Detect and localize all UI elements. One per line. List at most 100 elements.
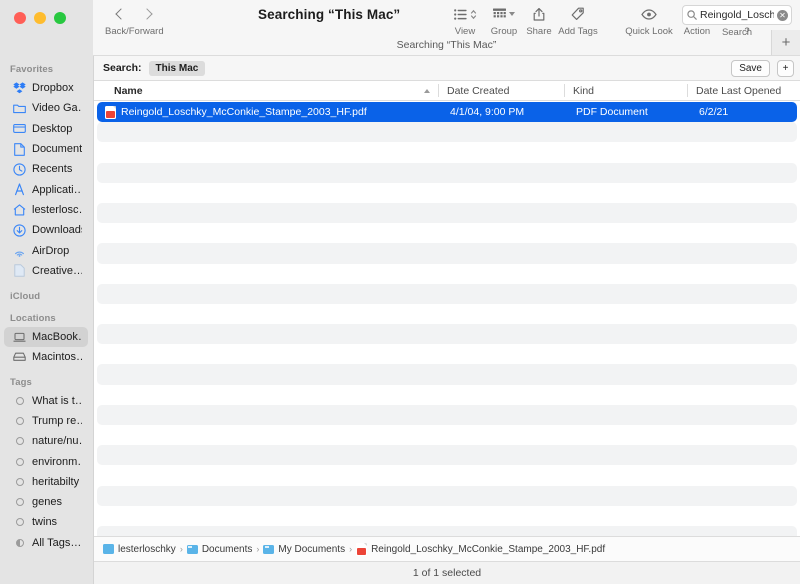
table-row-empty[interactable] (97, 385, 797, 405)
table-row-empty[interactable] (97, 183, 797, 203)
zoom-button[interactable] (54, 12, 66, 24)
sidebar-header-favorites: Favorites (0, 60, 93, 78)
table-row-empty[interactable] (97, 364, 797, 384)
table-row-empty[interactable] (97, 445, 797, 465)
sidebar-item-macbook[interactable]: MacBook… (4, 327, 88, 347)
sidebar-tag-environm[interactable]: environm… (4, 451, 88, 471)
sidebar-item-macintosh-hd[interactable]: Macintos… (4, 347, 88, 367)
sort-ascending-icon (424, 89, 430, 93)
quick-look-button[interactable]: Quick Look (620, 4, 678, 38)
column-header-date-last-opened[interactable]: Date Last Opened (687, 81, 800, 100)
breadcrumb-label: lesterloschky (118, 544, 176, 555)
sidebar-tag-trump-re[interactable]: Trump re… (4, 411, 88, 431)
back-icon[interactable] (116, 8, 127, 19)
breadcrumb-item-home[interactable]: lesterloschky (103, 544, 176, 555)
dropbox-icon (13, 82, 26, 95)
close-button[interactable] (14, 12, 26, 24)
harddisk-icon (13, 351, 26, 364)
sidebar-label: Desktop (32, 123, 72, 135)
sidebar-item-recents[interactable]: Recents (4, 159, 88, 179)
column-header-name[interactable]: Name (94, 81, 438, 100)
file-list[interactable]: Reingold_Loschky_McConkie_Stampe_2003_HF… (94, 101, 800, 536)
tag-circle-icon (13, 455, 26, 468)
forward-icon[interactable] (142, 8, 153, 19)
table-row-empty[interactable] (97, 425, 797, 445)
column-label: Date Last Opened (696, 85, 781, 97)
search-scope-this-mac[interactable]: This Mac (149, 61, 206, 76)
finder-window: Back/Forward Searching “This Mac” View (0, 0, 800, 584)
table-row-empty[interactable] (97, 526, 797, 536)
save-button[interactable]: Save (731, 60, 770, 77)
traffic-lights (14, 12, 66, 24)
table-row-empty[interactable] (97, 122, 797, 142)
pdf-icon (356, 543, 367, 556)
clear-search-icon[interactable]: ✕ (777, 10, 788, 21)
add-tags-button[interactable]: Add Tags (555, 4, 601, 38)
breadcrumb-item-file[interactable]: Reingold_Loschky_McConkie_Stampe_2003_HF… (356, 543, 605, 556)
sidebar-item-creative[interactable]: Creative… (4, 261, 88, 281)
table-row[interactable]: Reingold_Loschky_McConkie_Stampe_2003_HF… (97, 102, 797, 122)
sidebar-tag-genes[interactable]: genes (4, 492, 88, 512)
cell-date-created: 4/1/04, 9:00 PM (441, 106, 567, 118)
sidebar-item-home[interactable]: lesterlosc… (4, 200, 88, 220)
table-row-empty[interactable] (97, 486, 797, 506)
breadcrumb[interactable]: lesterloschky › Documents › My Documents… (94, 536, 800, 561)
group-label: Group (491, 26, 517, 38)
sidebar-label: What is t… (32, 395, 82, 407)
sidebar-tag-heritabilty[interactable]: heritabilty (4, 472, 88, 492)
table-row-empty[interactable] (97, 284, 797, 304)
sidebar-label: Creative… (32, 265, 82, 277)
group-button[interactable]: Group (486, 4, 522, 38)
back-forward-label: Back/Forward (105, 26, 164, 38)
table-row-empty[interactable] (97, 506, 797, 526)
sidebar-tag-what-is-t[interactable]: What is t… (4, 391, 88, 411)
minimize-button[interactable] (34, 12, 46, 24)
sidebar-item-applications[interactable]: Applicati… (4, 179, 88, 199)
table-row-empty[interactable] (97, 243, 797, 263)
toolbar-subtitle: Searching “This Mac” (93, 39, 800, 51)
pdf-icon (105, 106, 116, 119)
table-row-empty[interactable] (97, 264, 797, 284)
sidebar-item-downloads[interactable]: Downloads (4, 220, 88, 240)
table-row-empty[interactable] (97, 344, 797, 364)
empty-rows-container (94, 122, 800, 536)
sidebar-item-airdrop[interactable]: AirDrop (4, 240, 88, 260)
view-button[interactable]: View (449, 4, 481, 38)
sidebar-item-all-tags[interactable]: All Tags… (4, 533, 88, 553)
breadcrumb-item-documents[interactable]: Documents (187, 544, 253, 555)
status-bar: 1 of 1 selected (94, 561, 800, 584)
share-button[interactable]: Share (523, 4, 555, 38)
breadcrumb-item-my-documents[interactable]: My Documents (263, 544, 345, 555)
sidebar-item-documents[interactable]: Documents (4, 139, 88, 159)
table-row-empty[interactable] (97, 405, 797, 425)
column-header-date-created[interactable]: Date Created (438, 81, 564, 100)
table-row-empty[interactable] (97, 324, 797, 344)
back-forward-control[interactable]: Back/Forward (105, 4, 164, 38)
search-input[interactable]: Reingold_Loschky ✕ (682, 5, 792, 25)
sidebar-label: nature/nu… (32, 435, 82, 447)
sidebar-item-dropbox[interactable]: Dropbox (4, 78, 88, 98)
add-criterion-button[interactable]: + (777, 60, 794, 77)
table-row-empty[interactable] (97, 223, 797, 243)
tag-circle-icon (13, 516, 26, 529)
sidebar-item-desktop[interactable]: Desktop (4, 119, 88, 139)
sidebar-label: Downloads (32, 224, 82, 236)
table-row-empty[interactable] (97, 163, 797, 183)
sidebar-label: Recents (32, 163, 72, 175)
table-row-empty[interactable] (97, 304, 797, 324)
desktop-icon (13, 122, 26, 135)
breadcrumb-label: Documents (202, 544, 253, 555)
table-row-empty[interactable] (97, 465, 797, 485)
sidebar-tag-twins[interactable]: twins (4, 512, 88, 532)
new-tab-button[interactable]: + (771, 30, 800, 55)
folder-icon (263, 545, 274, 554)
column-header-kind[interactable]: Kind (564, 81, 687, 100)
sidebar-label: environm… (32, 456, 82, 468)
table-row-empty[interactable] (97, 142, 797, 162)
folder-icon (13, 102, 26, 115)
table-row-empty[interactable] (97, 203, 797, 223)
document-icon (13, 143, 26, 156)
sidebar-item-video-games[interactable]: Video Ga… (4, 98, 88, 118)
sidebar-tag-nature-nu[interactable]: nature/nu… (4, 431, 88, 451)
sidebar[interactable]: Favorites Dropbox Video Ga… (0, 56, 93, 584)
